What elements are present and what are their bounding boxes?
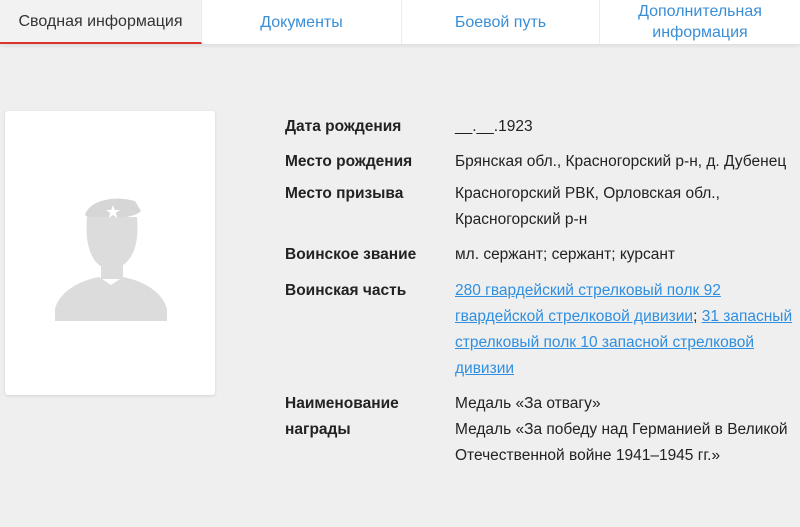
soldier-silhouette-icon: [55, 198, 167, 321]
award-item: Медаль «За победу над Германией в Велико…: [455, 421, 788, 464]
award-item: Медаль «За отвагу»: [455, 395, 601, 412]
tab-summary[interactable]: Сводная информация: [0, 0, 202, 44]
unit-link-280-regiment[interactable]: 280 гвардейский стрелковый полк 92 гвард…: [455, 282, 721, 325]
tab-documents[interactable]: Документы: [202, 0, 402, 44]
birth-date-value: __.__.1923: [455, 118, 533, 135]
conscription-place-row: Место призыва Красногорский РВК, Орловск…: [285, 181, 795, 233]
birth-date-label: Дата рождения: [285, 118, 402, 135]
conscription-place-value: Красногорский РВК, Орловская обл., Красн…: [455, 185, 720, 228]
rank-row: Воинское звание мл. сержант; сержант; ку…: [285, 242, 795, 268]
awards-label: Наименование награды: [285, 395, 399, 438]
tab-additional-info[interactable]: Дополнительная информация: [600, 0, 800, 44]
avatar: [5, 111, 215, 395]
unit-separator: ;: [693, 308, 702, 325]
birth-date-row: Дата рождения __.__.1923: [285, 114, 795, 140]
awards-value: Медаль «За отвагу» Медаль «За победу над…: [455, 391, 795, 469]
unit-value: 280 гвардейский стрелковый полк 92 гвард…: [455, 278, 795, 382]
birth-place-row: Место рождения Брянская обл., Красногорс…: [285, 149, 795, 175]
rank-value: мл. сержант; сержант; курсант: [455, 246, 675, 263]
rank-label: Воинское звание: [285, 246, 417, 263]
tab-bar: Сводная информация Документы Боевой путь…: [0, 0, 800, 44]
unit-row: Воинская часть 280 гвардейский стрелковы…: [285, 278, 795, 382]
tab-combat-path[interactable]: Боевой путь: [402, 0, 600, 44]
birth-place-value: Брянская обл., Красногорский р-н, д. Дуб…: [455, 153, 787, 170]
birth-place-label: Место рождения: [285, 153, 413, 170]
soldier-info: Дата рождения __.__.1923 Место рождения …: [285, 114, 795, 469]
unit-label: Воинская часть: [285, 282, 407, 299]
awards-row: Наименование награды Медаль «За отвагу» …: [285, 391, 795, 469]
conscription-place-label: Место призыва: [285, 185, 404, 202]
